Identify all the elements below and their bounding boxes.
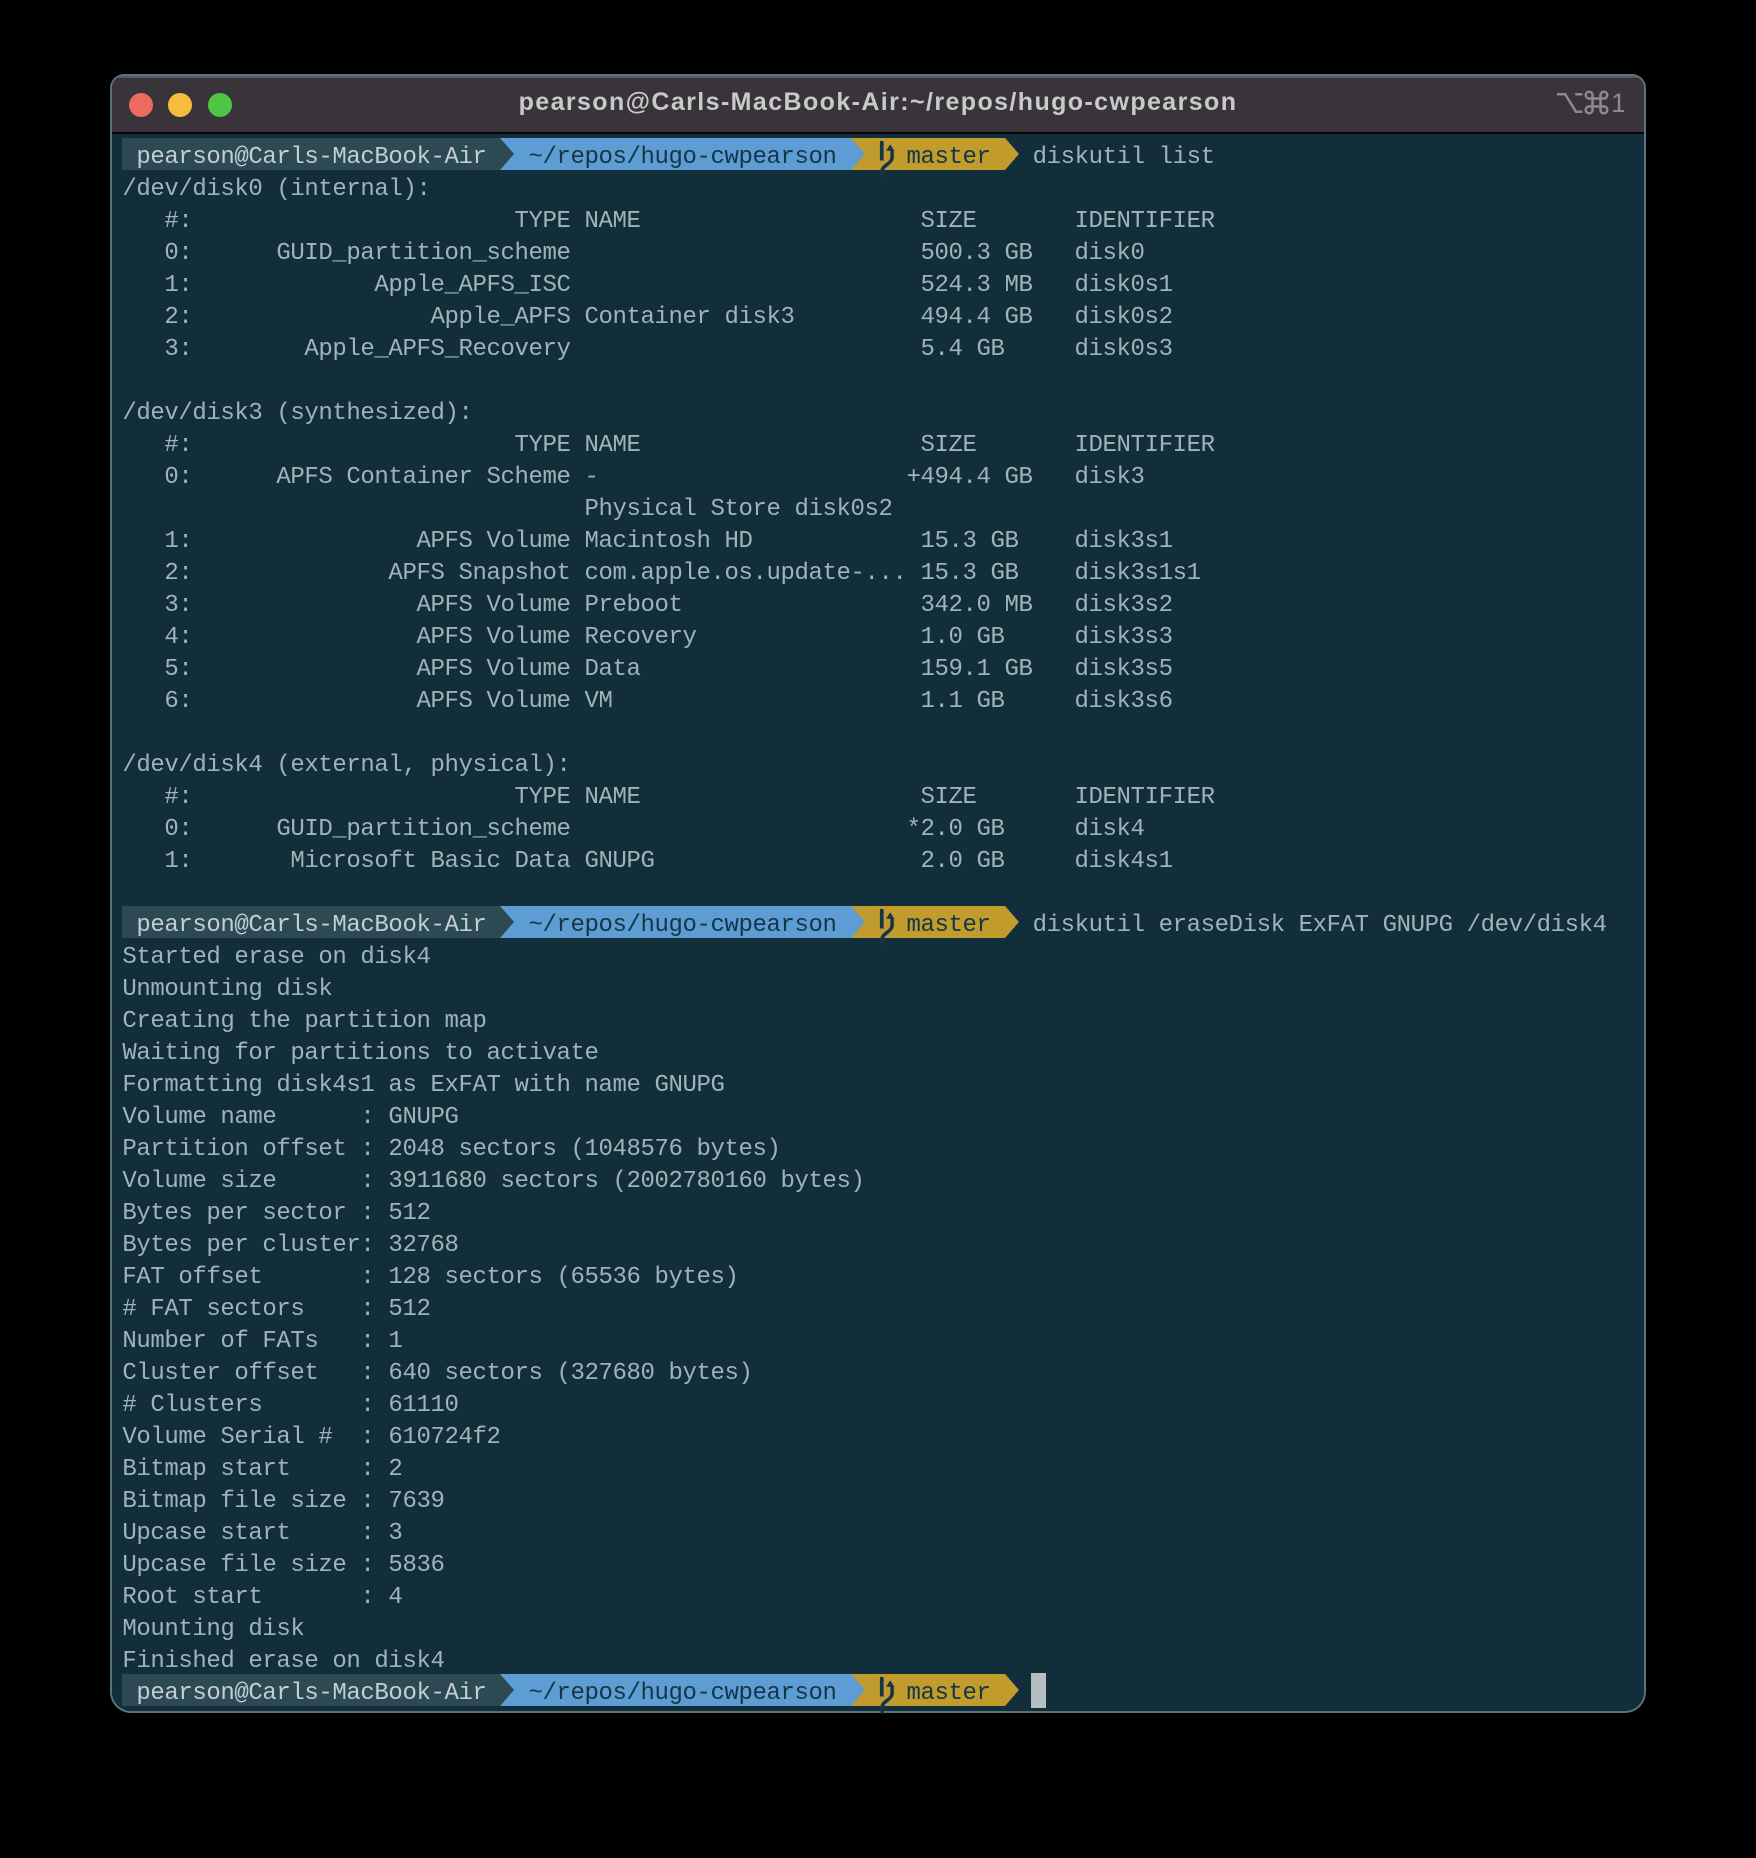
svg-text:1: 1	[1611, 88, 1624, 118]
